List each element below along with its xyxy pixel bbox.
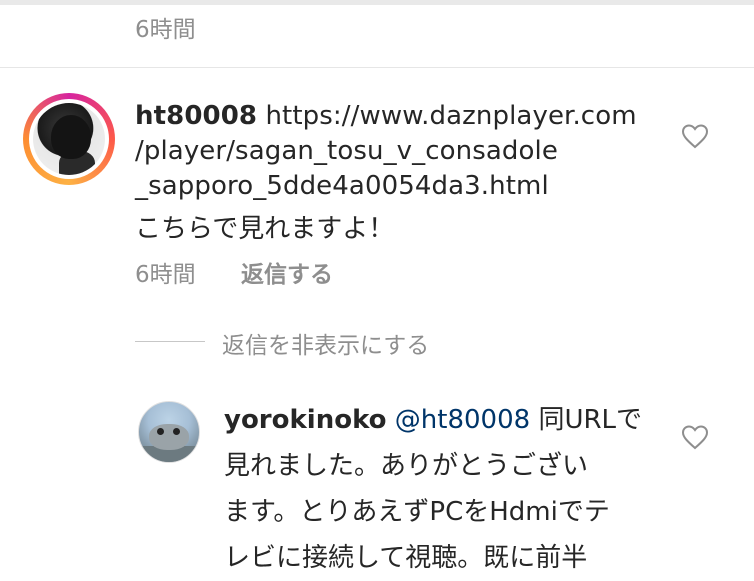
top-divider [0,0,754,5]
comment-text: ht80008 https://www.daznplayer.com /play… [135,99,655,204]
reply-button[interactable]: 返信する [241,255,333,289]
reply-mention[interactable]: @ht80008 [395,405,530,435]
comment-link-part-1[interactable]: https://www.daznplayer.com [265,101,636,131]
avatar-figure [149,424,189,450]
comment-line-1: ht80008 https://www.daznplayer.com [135,99,655,134]
comment-time: 6時間 [135,262,196,288]
avatar-story-ring [29,99,109,179]
previous-comment-time: 6時間 [135,17,196,43]
heart-outline-icon[interactable] [681,123,709,149]
comment-separator [0,67,754,68]
comment-username[interactable]: ht80008 [135,101,257,131]
avatar-figure-head [51,115,91,159]
reply-line-3: ます。とりあえずPCをHdmiでテ [224,497,610,527]
avatar-figure-eye-left [157,428,164,435]
reply-line-1: yorokinoko @ht80008 同URLで [224,397,654,443]
reply-line-4: レビに接続して視聴。既に前半 [224,543,588,573]
commenter-avatar[interactable] [23,93,115,185]
reply-line-2: 見れました。ありがとうござい [224,451,589,481]
heart-outline-icon[interactable] [681,424,709,450]
avatar-figure-eye-right [173,428,180,435]
comment-body: こちらで見れますよ！ [135,214,395,244]
reply-avatar[interactable] [138,401,200,463]
comment-link-part-3[interactable]: _sapporo_5dde4a0054da3.html [135,169,655,204]
replies-toggle-line [135,341,205,342]
reply-text: yorokinoko @ht80008 同URLで 見れました。ありがとうござい… [224,397,654,581]
avatar-photo [33,103,105,175]
reply-line-1-rest: 同URLで [538,405,643,435]
hide-replies-button[interactable]: 返信を非表示にする [222,326,429,360]
comment-link-part-2[interactable]: /player/sagan_tosu_v_consadole [135,134,655,169]
reply-username[interactable]: yorokinoko [224,405,387,435]
